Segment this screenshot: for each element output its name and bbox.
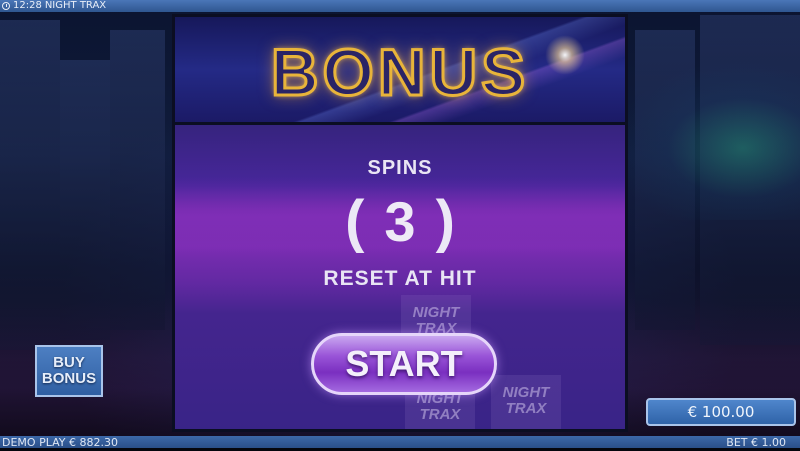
neon-light-glow — [610, 60, 800, 220]
night-trax-logo-tile: NIGHT TRAX — [491, 375, 561, 429]
buy-bonus-button[interactable]: BUY BONUS — [35, 345, 103, 397]
balance-label: DEMO PLAY € 882.30 — [2, 436, 118, 449]
spins-label: SPINS — [367, 157, 433, 179]
spins-open-paren: ( — [345, 189, 365, 254]
bottom-status-bar: DEMO PLAY € 882.30 BET € 1.00 — [0, 436, 800, 449]
bonus-body: SPINS ( 3 ) RESET AT HIT NIGHT TRAX NIGH… — [175, 125, 625, 429]
clock-icon — [2, 2, 10, 10]
bet-label: BET € 1.00 — [726, 436, 786, 449]
city-building — [110, 30, 165, 330]
bonus-banner: BONUS — [175, 17, 625, 125]
spins-counter: ( 3 ) — [175, 187, 625, 257]
spins-close-paren: ) — [435, 189, 455, 254]
clock-time: 12:28 — [13, 0, 42, 11]
game-title: NIGHT TRAX — [44, 0, 107, 11]
top-status-bar: 12:28 NIGHT TRAX — [0, 0, 800, 12]
bonus-title: BONUS — [269, 33, 530, 110]
lens-flare — [545, 35, 585, 75]
spins-count: 3 — [384, 190, 416, 253]
bonus-panel: BONUS SPINS ( 3 ) RESET AT HIT NIGHT TRA… — [172, 14, 628, 432]
bet-value-button[interactable]: € 100.00 — [646, 398, 796, 426]
reset-at-hit-label: RESET AT HIT — [323, 267, 477, 290]
start-button[interactable]: START — [311, 333, 497, 395]
